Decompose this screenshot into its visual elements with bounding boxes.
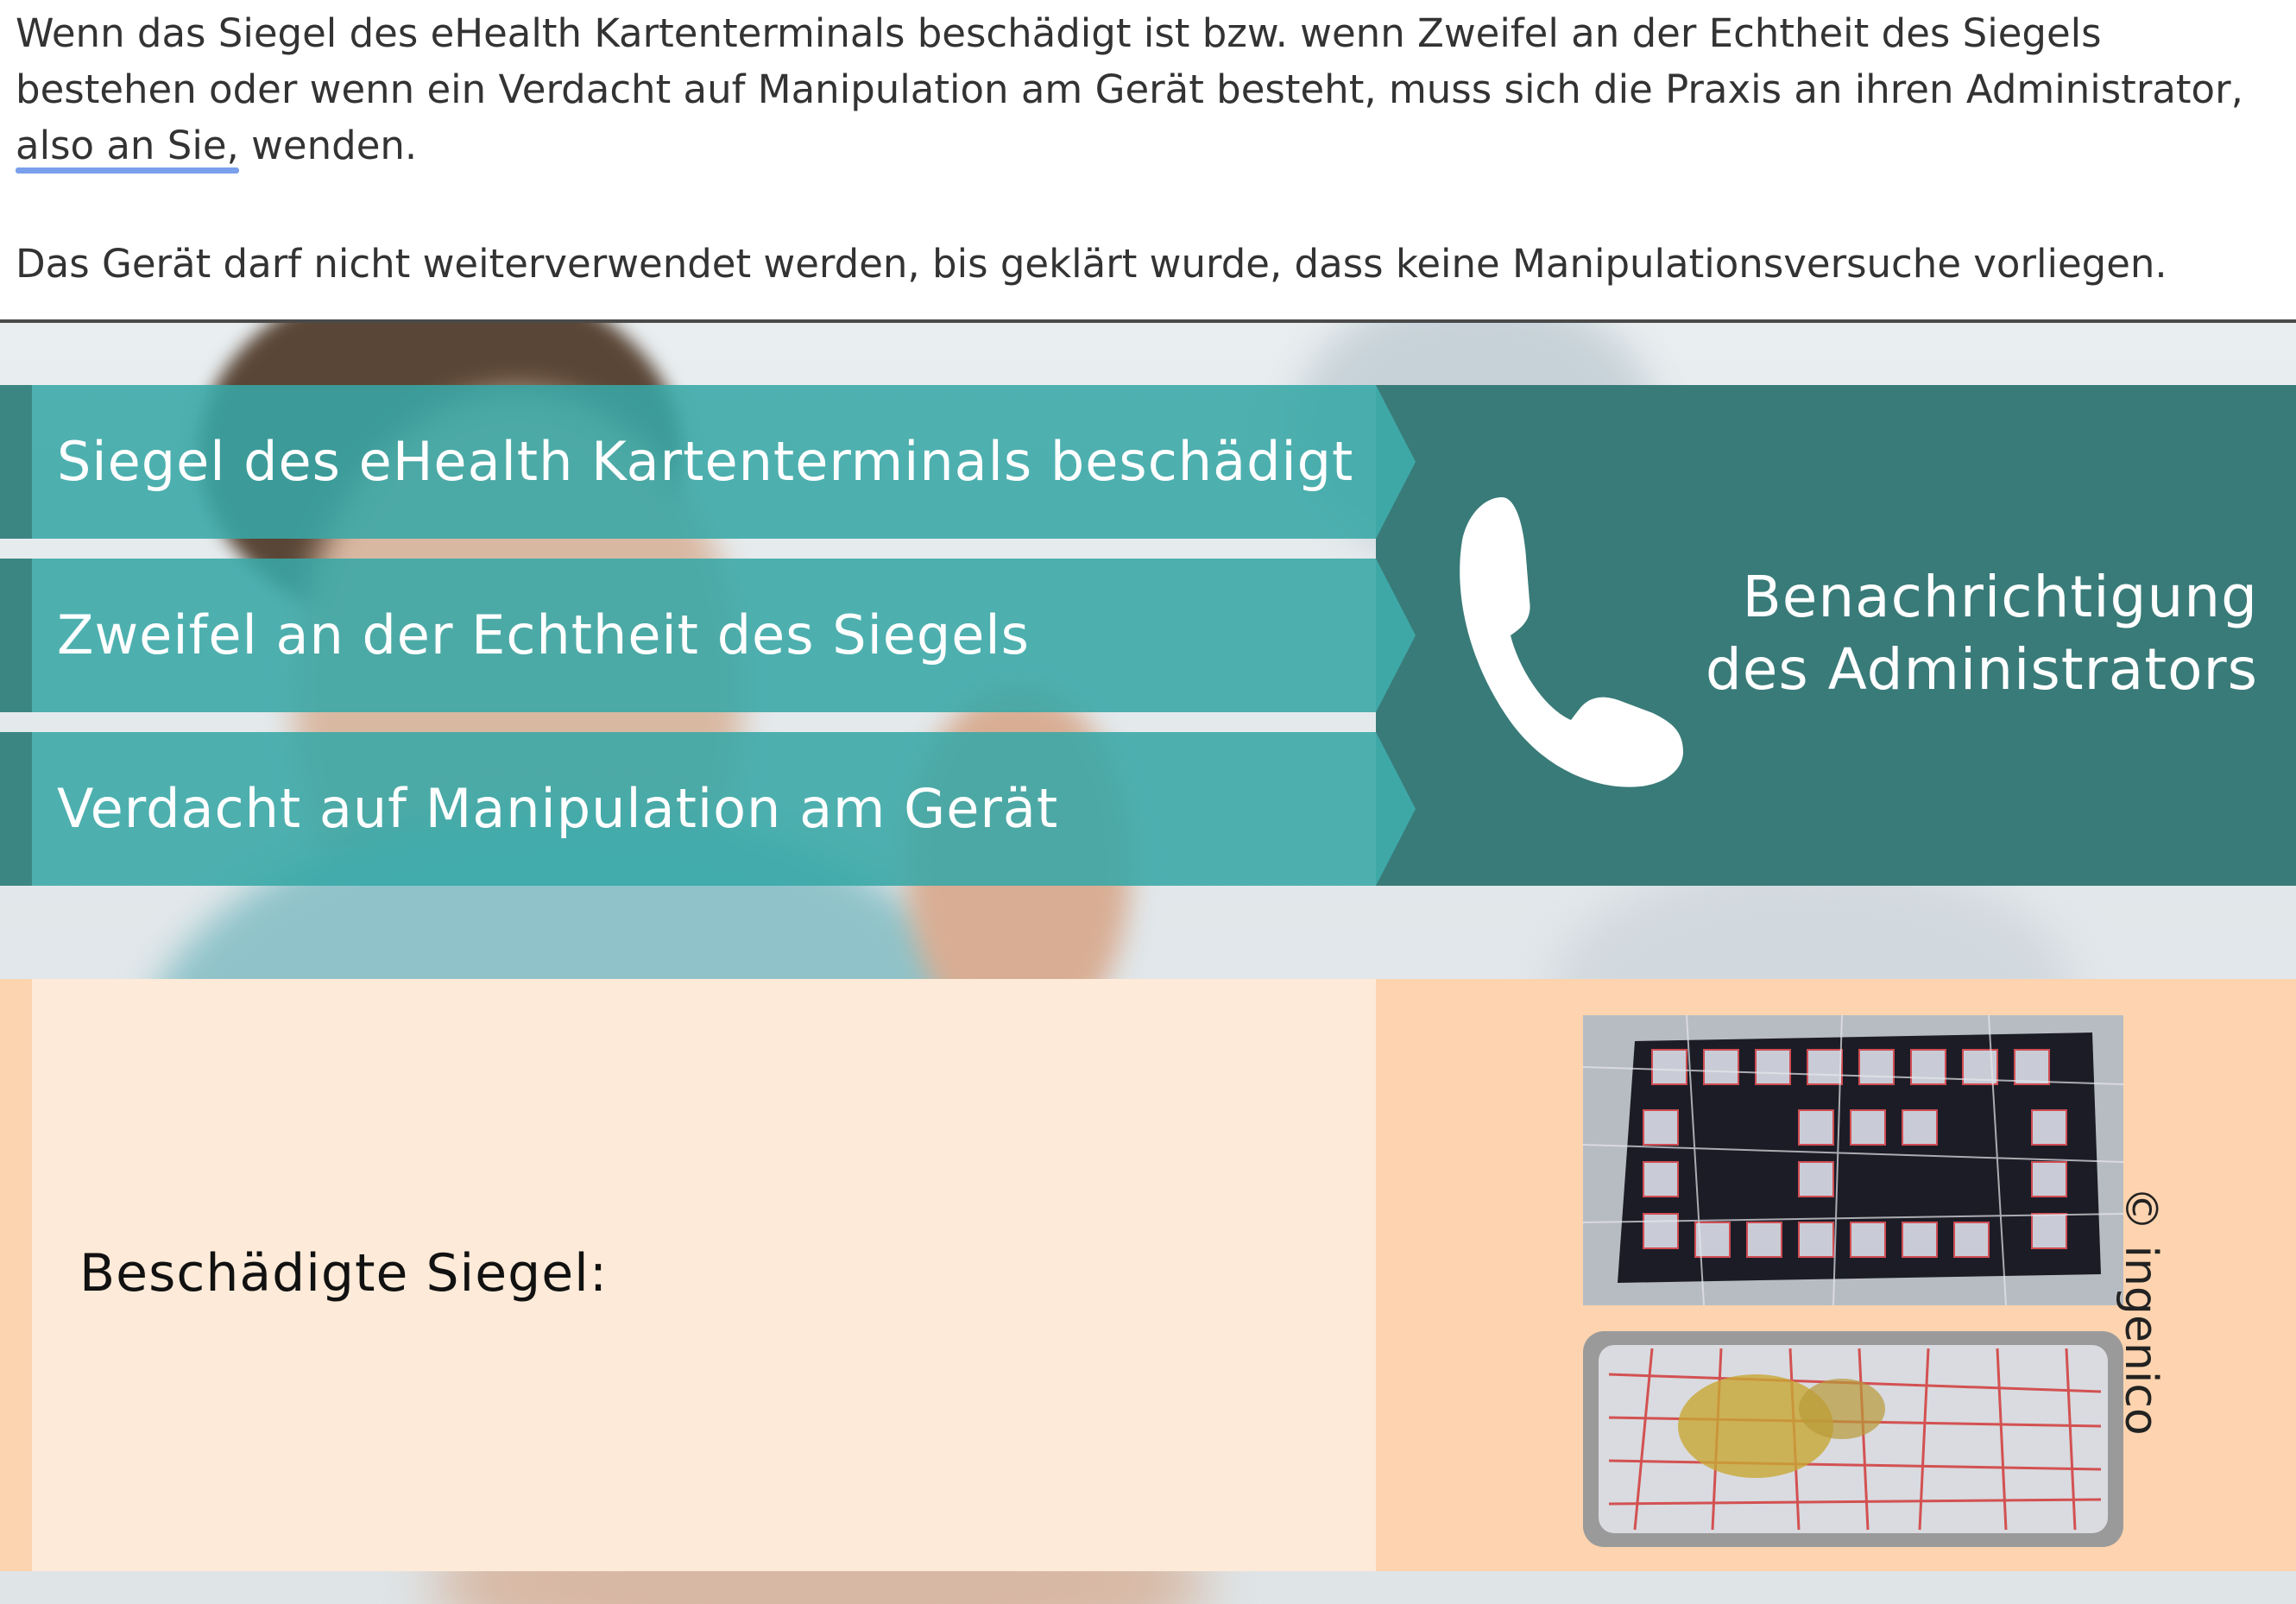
admin-text-line-1: Benachrichtigung [1742,564,2258,630]
highlighted-phrase-text: also an Sie, [16,123,239,168]
damaged-seal-image-1 [1583,1015,2123,1305]
banner-label: Siegel des eHealth Kartenterminals besch… [57,430,1354,493]
intro-paragraph-2: Das Gerät darf nicht weiterverwendet wer… [16,241,2167,287]
intro-text: Wenn das Siegel des eHealth Kartentermin… [16,5,2277,292]
highlight-underline [16,167,239,174]
admin-text-line-2: des Administrators [1705,636,2258,703]
intro-paragraph-1: Wenn das Siegel des eHealth Kartentermin… [16,5,2277,174]
damaged-seals-label: Beschädigte Siegel: [79,1243,609,1304]
damaged-seal-image-2 [1583,1331,2123,1547]
admin-notification-text: Benachrichtigung des Administrators [1567,561,2258,706]
intro-paragraph-1-end: wenden. [238,123,418,168]
banner-arrow [1376,559,1416,712]
banner-seal-damaged: Siegel des eHealth Kartenterminals besch… [0,385,1381,539]
banner-seal-doubt: Zweifel an der Echtheit des Siegels [0,559,1381,712]
banner-label: Zweifel an der Echtheit des Siegels [57,603,1030,666]
banner-arrow [1376,385,1416,539]
highlighted-phrase: also an Sie, [16,123,239,174]
intro-paragraph-1-start: Wenn das Siegel des eHealth Kartentermin… [16,10,2243,112]
banner-label: Verdacht auf Manipulation am Gerät [57,777,1059,840]
banner-arrow [1376,732,1416,886]
copyright-notice: © ingenico [2115,1186,2167,1436]
banner-manipulation-suspicion: Verdacht auf Manipulation am Gerät [0,732,1381,886]
